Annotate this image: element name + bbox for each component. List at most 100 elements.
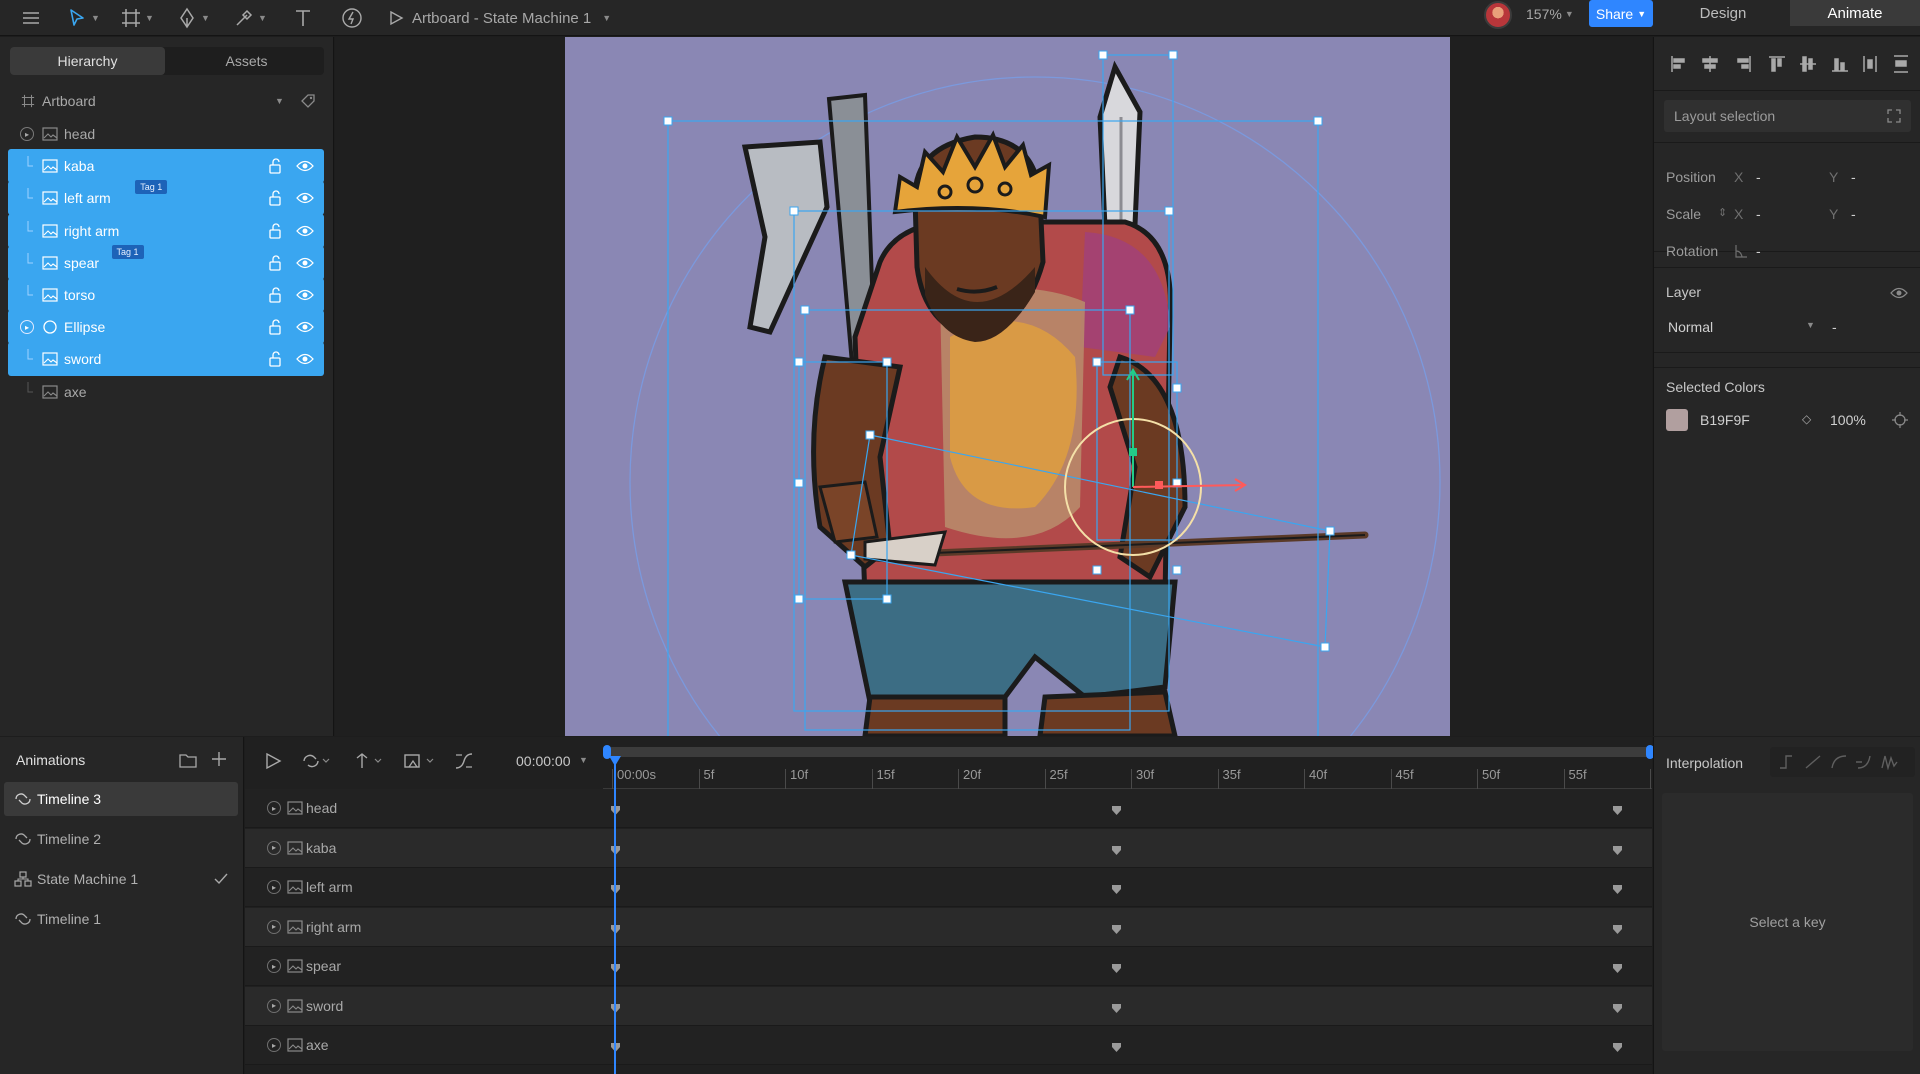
layer-row-ellipse[interactable]: ▸ Ellipse bbox=[8, 310, 324, 345]
share-button[interactable]: Share ▼ bbox=[1589, 0, 1653, 27]
eye-icon[interactable] bbox=[296, 256, 314, 270]
timeline-row-left-arm[interactable]: ▸ left arm bbox=[255, 868, 615, 906]
unlock-icon[interactable] bbox=[268, 223, 284, 239]
animation-item-timeline-1[interactable]: Timeline 1 bbox=[4, 902, 238, 936]
frame-tool-button[interactable]: ▼ bbox=[118, 3, 156, 33]
expand-toggle[interactable]: ▸ bbox=[20, 127, 34, 141]
position-x-field[interactable]: - bbox=[1756, 169, 1761, 185]
animation-item-timeline-3[interactable]: Timeline 3 bbox=[4, 782, 238, 816]
keyframe[interactable] bbox=[1612, 922, 1623, 934]
curve-icon[interactable] bbox=[454, 752, 474, 770]
keyframe[interactable] bbox=[1111, 961, 1122, 973]
timeline-row-spear[interactable]: ▸ spear bbox=[255, 947, 615, 985]
color-opacity-field[interactable]: 100% bbox=[1830, 412, 1866, 428]
pen-tool-button[interactable]: ▼ bbox=[174, 3, 212, 33]
loop-icon[interactable] bbox=[301, 752, 331, 770]
unlock-icon[interactable] bbox=[268, 351, 284, 368]
layout-selection-button[interactable]: Layout selection bbox=[1664, 100, 1911, 132]
eye-icon[interactable] bbox=[296, 224, 314, 238]
link-icon[interactable]: ⇕ bbox=[1718, 206, 1727, 219]
animation-item-state-machine-1[interactable]: State Machine 1 bbox=[4, 862, 238, 896]
unlock-icon[interactable] bbox=[268, 319, 284, 335]
timeline-row-kaba[interactable]: ▸ kaba bbox=[255, 829, 615, 867]
timeline-row-axe[interactable]: ▸ axe bbox=[255, 1026, 615, 1064]
select-tool-button[interactable]: ▼ bbox=[66, 3, 100, 33]
keyframe[interactable] bbox=[1612, 1040, 1623, 1052]
diamond-icon[interactable]: ◇ bbox=[1802, 412, 1811, 426]
eye-icon[interactable] bbox=[296, 288, 314, 302]
keyframe[interactable] bbox=[1612, 961, 1623, 973]
eye-icon[interactable] bbox=[296, 352, 314, 366]
rotation-field[interactable]: - bbox=[1756, 243, 1761, 259]
current-time-field[interactable]: 00:00:00 bbox=[516, 753, 571, 769]
unlock-icon[interactable] bbox=[268, 190, 284, 207]
chevron-down-icon[interactable]: ▼ bbox=[275, 96, 284, 106]
text-tool-button[interactable] bbox=[290, 3, 316, 33]
add-animation-icon[interactable] bbox=[211, 751, 227, 767]
tab-hierarchy[interactable]: Hierarchy bbox=[10, 47, 165, 75]
target-icon[interactable] bbox=[1892, 412, 1908, 428]
layer-row-spear[interactable]: spear Tag 1 bbox=[8, 244, 324, 280]
key-tool-icon[interactable] bbox=[353, 752, 385, 770]
layer-row-kaba[interactable]: kaba bbox=[8, 149, 324, 184]
layer-opacity-field[interactable]: - bbox=[1832, 319, 1837, 335]
layer-row-sword[interactable]: sword bbox=[8, 342, 324, 377]
tab-assets[interactable]: Assets bbox=[169, 47, 324, 75]
keyframe[interactable] bbox=[1111, 803, 1122, 815]
tag-icon[interactable] bbox=[300, 93, 316, 109]
timeline-ruler[interactable]: 00:00s5f10f15f20f25f30f35f40f45f50f55f01… bbox=[603, 763, 1688, 789]
keyframe[interactable] bbox=[1612, 803, 1623, 815]
timeline-row-head[interactable]: ▸ head bbox=[255, 789, 615, 827]
expand-toggle[interactable]: ▸ bbox=[267, 959, 281, 973]
layer-row-right-arm[interactable]: right arm bbox=[8, 213, 324, 248]
play-icon[interactable] bbox=[264, 752, 282, 770]
blend-mode-select[interactable]: Normal bbox=[1668, 319, 1713, 335]
keyframe[interactable] bbox=[1111, 843, 1122, 855]
expand-toggle[interactable]: ▸ bbox=[267, 840, 281, 855]
keyframe[interactable] bbox=[1612, 882, 1623, 894]
unlock-icon[interactable] bbox=[268, 255, 284, 271]
expand-toggle[interactable]: ▸ bbox=[267, 919, 281, 934]
artboard[interactable] bbox=[565, 37, 1450, 736]
zoom-dropdown[interactable]: 157% ▼ bbox=[1526, 0, 1574, 28]
chevron-down-icon[interactable]: ▼ bbox=[1806, 320, 1815, 330]
keyframe[interactable] bbox=[1612, 843, 1623, 855]
expand-toggle[interactable]: ▸ bbox=[267, 998, 281, 1013]
breadcrumb[interactable]: Artboard - State Machine 1 ▼ bbox=[388, 0, 611, 36]
lightning-button[interactable] bbox=[338, 3, 366, 33]
timeline-row-right-arm[interactable]: ▸ right arm bbox=[255, 908, 615, 946]
keyframe[interactable] bbox=[1111, 1001, 1122, 1013]
keyframe[interactable] bbox=[1111, 882, 1122, 894]
position-y-field[interactable]: - bbox=[1851, 169, 1856, 185]
color-hex-field[interactable]: B19F9F bbox=[1700, 412, 1750, 428]
keyframe[interactable] bbox=[1111, 922, 1122, 934]
unlock-icon[interactable] bbox=[268, 158, 284, 174]
eye-icon[interactable] bbox=[296, 320, 314, 334]
interpolation-curve-icons[interactable] bbox=[1778, 754, 1908, 770]
playhead-handle[interactable] bbox=[609, 756, 621, 766]
folder-icon[interactable] bbox=[179, 752, 197, 768]
expand-toggle[interactable]: ▸ bbox=[267, 880, 281, 894]
artboard-row[interactable]: Artboard ▼ bbox=[8, 84, 324, 118]
design-mode-tab[interactable]: Design bbox=[1658, 0, 1788, 26]
layer-row-axe[interactable]: axe bbox=[8, 375, 324, 409]
keyframe[interactable] bbox=[1612, 1001, 1623, 1013]
bone-tool-button[interactable]: ▼ bbox=[230, 3, 270, 33]
keyframe[interactable] bbox=[1111, 1040, 1122, 1052]
layer-row-left-arm[interactable]: left arm Tag 1 bbox=[8, 180, 324, 216]
eye-icon[interactable] bbox=[1890, 286, 1908, 300]
menu-icon[interactable] bbox=[18, 3, 44, 33]
animation-item-timeline-2[interactable]: Timeline 2 bbox=[4, 822, 238, 856]
unlock-icon[interactable] bbox=[268, 287, 284, 303]
avatar[interactable] bbox=[1484, 1, 1512, 29]
color-swatch[interactable] bbox=[1666, 409, 1688, 431]
expand-toggle[interactable]: ▸ bbox=[20, 320, 34, 335]
eye-icon[interactable] bbox=[296, 159, 314, 173]
playhead[interactable] bbox=[614, 757, 616, 1074]
work-area-bar[interactable] bbox=[607, 747, 1652, 757]
snap-icon[interactable] bbox=[403, 752, 437, 770]
scale-x-field[interactable]: - bbox=[1756, 206, 1761, 222]
eye-icon[interactable] bbox=[296, 191, 314, 205]
chevron-down-icon[interactable]: ▼ bbox=[579, 755, 588, 765]
expand-toggle[interactable]: ▸ bbox=[267, 1038, 281, 1052]
